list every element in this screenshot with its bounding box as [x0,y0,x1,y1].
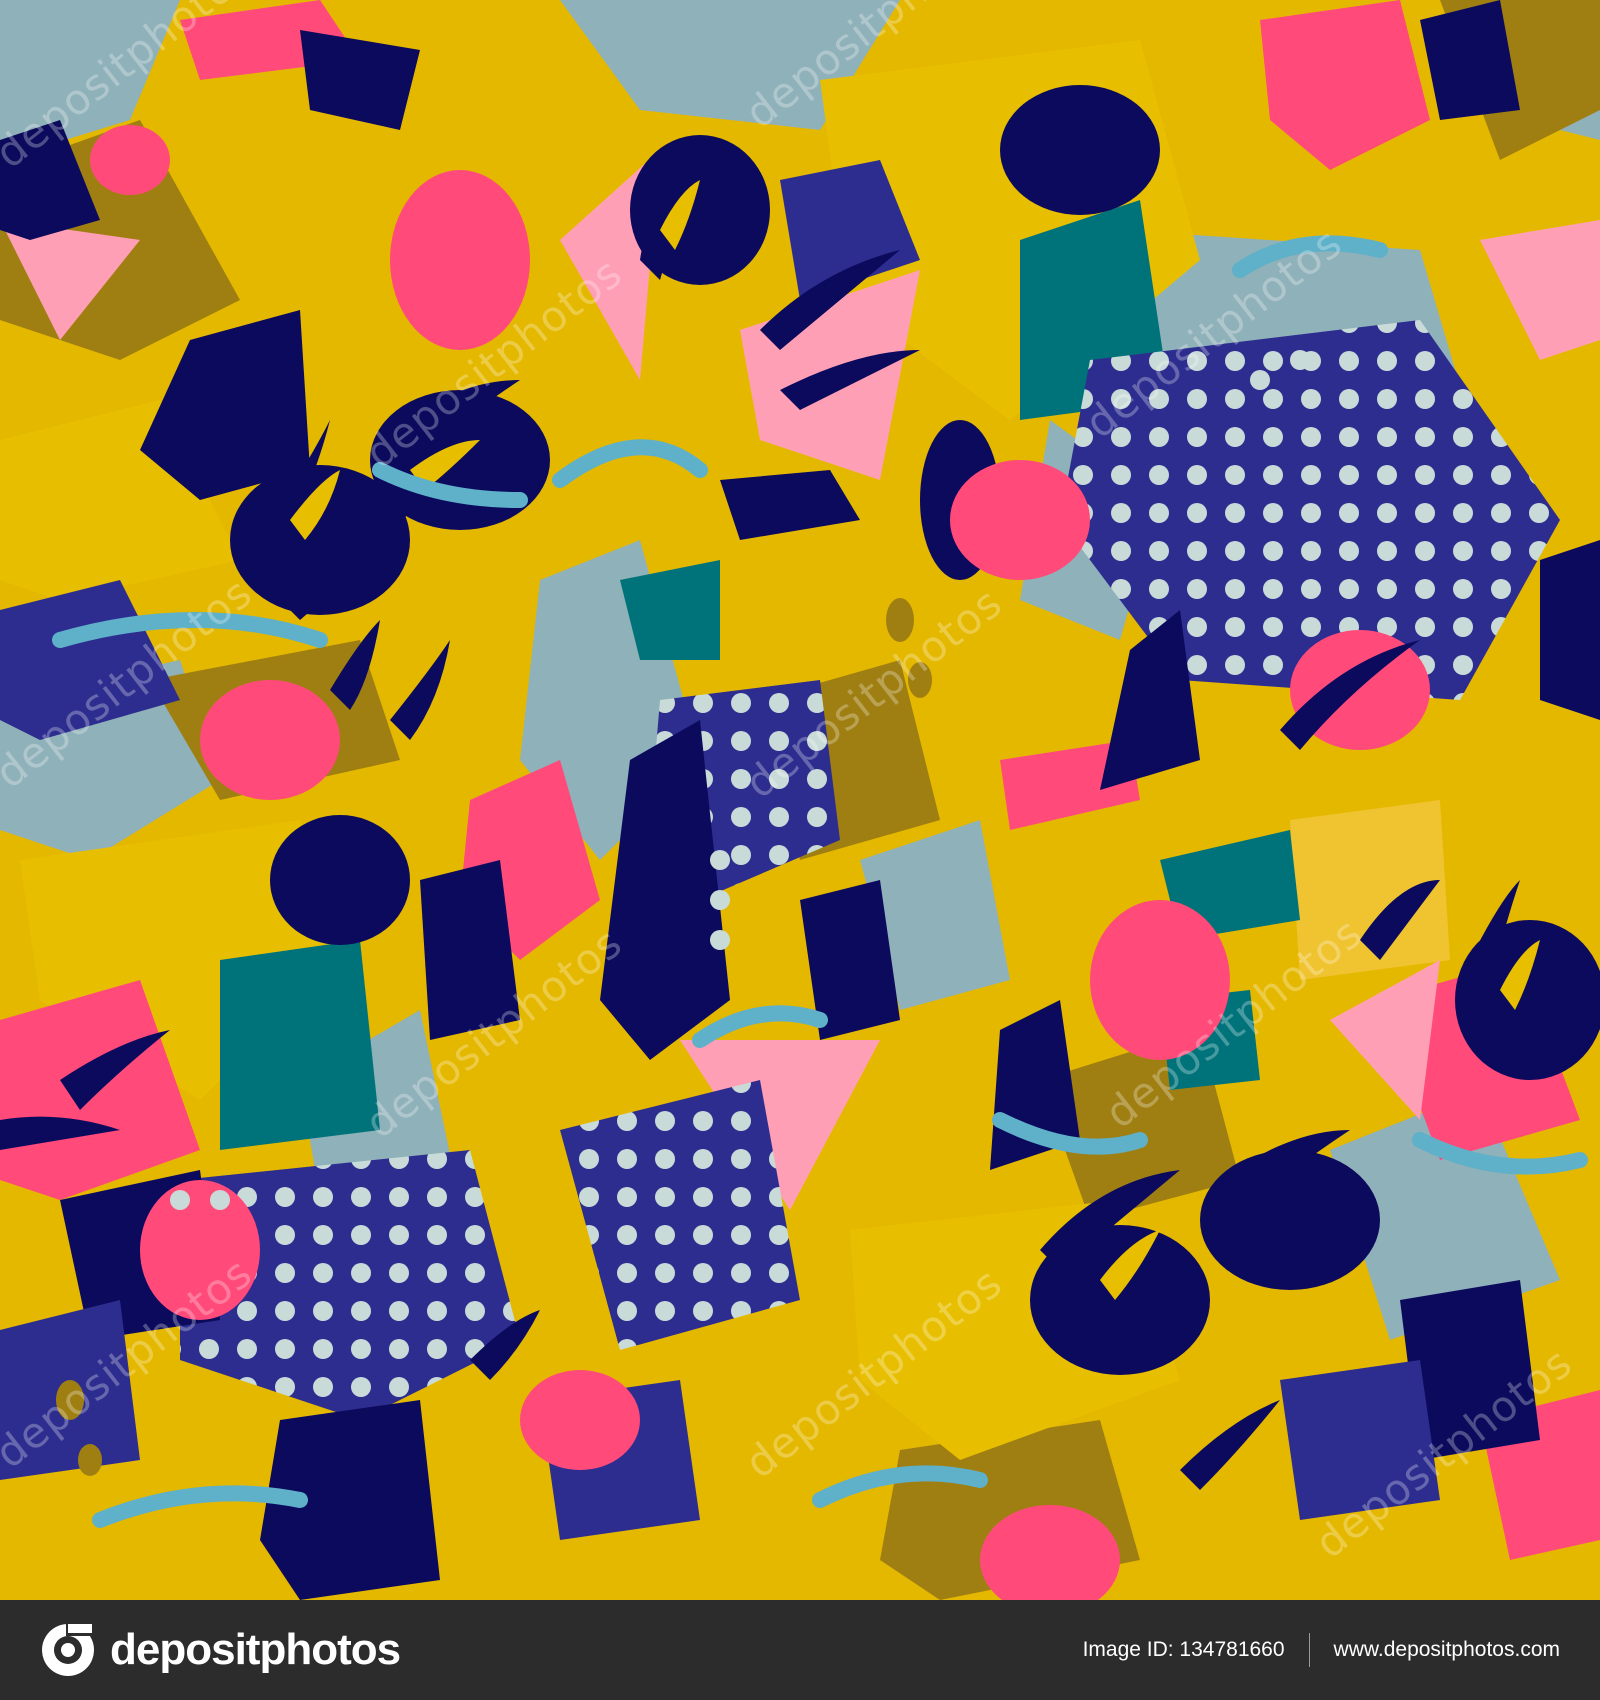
leaf-blob [200,680,340,800]
shard [220,940,380,1150]
leaf-blob [950,460,1090,580]
footer-bar: depositphotos Image ID: 134781660 www.de… [0,1600,1600,1700]
leaf-blob [1455,920,1600,1080]
brand-name: depositphotos [110,1625,401,1674]
shard [1540,540,1600,720]
leaf-blob [90,125,170,195]
leaf-blob [520,1370,640,1470]
depositphotos-logo-icon [42,1622,96,1676]
image-meta: Image ID: 134781660 www.depositphotos.co… [1083,1633,1560,1667]
brand[interactable]: depositphotos [40,1622,401,1678]
leaf-blob [270,815,410,945]
leaf-blob [1000,85,1160,215]
divider [1308,1633,1310,1667]
pattern-artwork: depositphotos depositphotos depositphoto… [0,0,1600,1600]
site-url-link[interactable]: www.depositphotos.com [1334,1638,1560,1662]
image-id-label: Image ID: 134781660 [1082,1638,1285,1661]
